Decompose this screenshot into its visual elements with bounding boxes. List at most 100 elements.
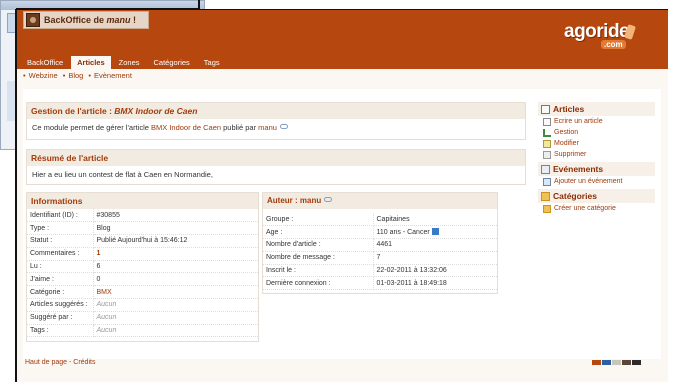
table-row: Age :110 ans - Cancer — [263, 225, 497, 240]
row-key: Articles suggérés : — [27, 298, 94, 312]
category-link[interactable]: BMX — [97, 289, 112, 296]
row-value: Aucun — [96, 327, 117, 335]
sidebar-item-gestion[interactable]: Gestion — [538, 127, 655, 138]
row-value: Aucun — [96, 301, 117, 309]
sidebar-item-supprimer[interactable]: Supprimer — [538, 149, 655, 160]
user-avatar — [26, 13, 40, 27]
subnav-blog[interactable]: Blog — [63, 71, 83, 80]
row-key: Nombre de message : — [263, 251, 374, 265]
link-icon — [324, 197, 333, 202]
theme-swatch[interactable] — [602, 360, 611, 365]
row-value: Blog — [93, 221, 258, 236]
row-value: 22-02-2011 à 13:32:06 — [373, 264, 497, 278]
subnav-evenement[interactable]: Evènement — [88, 71, 132, 80]
site-header: BackOffice de manu ! agoride .com — [17, 10, 668, 54]
row-key: Tags : — [27, 324, 94, 338]
table-row: Type : Blog — [27, 221, 258, 236]
panel-title: Résumé de l'article — [27, 150, 525, 166]
table-row: Statut : Publié Aujourd'hui à 15:46:12 — [27, 234, 258, 248]
panel-title: Informations — [27, 193, 258, 209]
table-row: Inscrit le :22-02-2011 à 13:32:06 — [263, 264, 497, 278]
panel-title: Auteur : manu — [263, 193, 497, 209]
row-value: 0 — [93, 272, 258, 287]
main-tabs: BackOffice Articles Zones Catégories Tag… — [21, 56, 228, 70]
theme-swatches — [591, 360, 641, 365]
informations-panel: Informations Identifiant (ID) : #30855 Ty… — [26, 192, 259, 342]
edit-icon — [543, 140, 551, 148]
sidebar-item-create-category[interactable]: Créer une catégorie — [538, 203, 655, 214]
author-link[interactable]: manu — [258, 123, 277, 132]
panel-text: Ce module permet de gérer l'article BMX … — [27, 119, 525, 136]
credits-link[interactable]: Crédits — [73, 359, 95, 366]
brand-tld: .com — [601, 40, 626, 49]
row-key: Lu : — [27, 260, 94, 274]
table-row: Nombre de message :7 — [263, 251, 497, 265]
calendar-icon — [541, 164, 550, 174]
folder-icon — [541, 191, 550, 201]
add-event-icon — [543, 178, 551, 186]
row-value: Aucun — [96, 314, 117, 322]
table-row: Identifiant (ID) : #30855 — [27, 209, 258, 223]
theme-swatch[interactable] — [632, 360, 641, 365]
write-icon — [543, 118, 551, 126]
tree-icon — [543, 129, 551, 137]
sidebar-section-categories: Catégories — [538, 189, 655, 203]
table-row: Groupe : Capitaines — [263, 213, 497, 227]
agoride-logo[interactable]: agoride .com — [564, 21, 638, 53]
article-link[interactable]: BMX Indoor de Caen — [151, 123, 221, 132]
row-key: Groupe : — [263, 213, 374, 227]
row-value: 7 — [373, 251, 497, 265]
theme-swatch[interactable] — [592, 360, 601, 365]
row-key: Suggéré par : — [27, 311, 94, 325]
sidebar-item-write-article[interactable]: Ecrire un article — [538, 116, 655, 127]
row-key: Statut : — [27, 234, 94, 248]
row-value: 110 ans - Cancer — [376, 229, 430, 237]
table-row: Dernière connexion :01-03-2011 à 18:49:1… — [263, 276, 497, 291]
sub-navigation: Webzine Blog Evènement — [23, 71, 137, 80]
row-key: Nombre d'article : — [263, 238, 374, 252]
subnav-webzine[interactable]: Webzine — [23, 71, 58, 80]
row-value: 4461 — [373, 238, 497, 252]
table-row: Commentaires :1 — [27, 247, 258, 261]
tab-zones[interactable]: Zones — [113, 56, 146, 69]
table-row: Tags : Aucun — [27, 324, 258, 338]
backoffice-title-box[interactable]: BackOffice de manu ! — [23, 11, 149, 29]
comment-count[interactable]: 1 — [97, 250, 101, 257]
background-window-strip — [7, 81, 15, 121]
back-to-top-link[interactable]: Haut de page — [25, 359, 67, 366]
summary-text: Hier a eu lieu un contest de flat à Caen… — [32, 170, 213, 179]
informations-table: Identifiant (ID) : #30855 Type : Blog Stat… — [27, 209, 258, 338]
tab-tags[interactable]: Tags — [198, 56, 226, 69]
article-management-panel: Gestion de l'article : BMX Indoor de Cae… — [26, 102, 526, 140]
zodiac-icon — [431, 228, 439, 236]
row-value: 6 — [93, 260, 258, 274]
row-key: Commentaires : — [27, 247, 94, 261]
row-value: 01-03-2011 à 18:49:18 — [373, 276, 497, 291]
sidebar-item-add-event[interactable]: Ajouter un événement — [538, 176, 655, 187]
row-key: Type : — [27, 221, 94, 236]
tab-backoffice[interactable]: BackOffice — [21, 56, 69, 69]
add-folder-icon — [543, 205, 551, 213]
row-key: Catégorie : — [27, 285, 94, 300]
table-row: Nombre d'article :4461 — [263, 238, 497, 252]
table-row: Catégorie : BMX — [27, 285, 258, 300]
tab-categories[interactable]: Catégories — [148, 56, 196, 69]
table-row: Lu :6 — [27, 260, 258, 274]
sidebar: Articles Ecrire un article Gestion Modif… — [538, 102, 655, 214]
theme-swatch[interactable] — [622, 360, 631, 365]
row-key: J'aime : — [27, 272, 94, 287]
table-row: J'aime :0 — [27, 272, 258, 287]
sidebar-section-events: Evénements — [538, 162, 655, 176]
document-icon — [541, 104, 550, 114]
panel-title: Gestion de l'article : BMX Indoor de Cae… — [27, 103, 525, 119]
author-table: Groupe : Capitaines Age :110 ans - Cancer… — [263, 213, 497, 291]
frame-edge — [198, 0, 200, 8]
row-key: Dernière connexion : — [263, 276, 374, 291]
tab-articles[interactable]: Articles — [71, 56, 111, 70]
footer-links: Haut de page - Crédits — [25, 359, 96, 366]
table-row: Suggéré par : Aucun — [27, 311, 258, 325]
sidebar-item-modifier[interactable]: Modifier — [538, 138, 655, 149]
backoffice-title: BackOffice de manu ! — [44, 15, 137, 25]
theme-swatch[interactable] — [612, 360, 621, 365]
row-value: Capitaines — [373, 213, 497, 227]
